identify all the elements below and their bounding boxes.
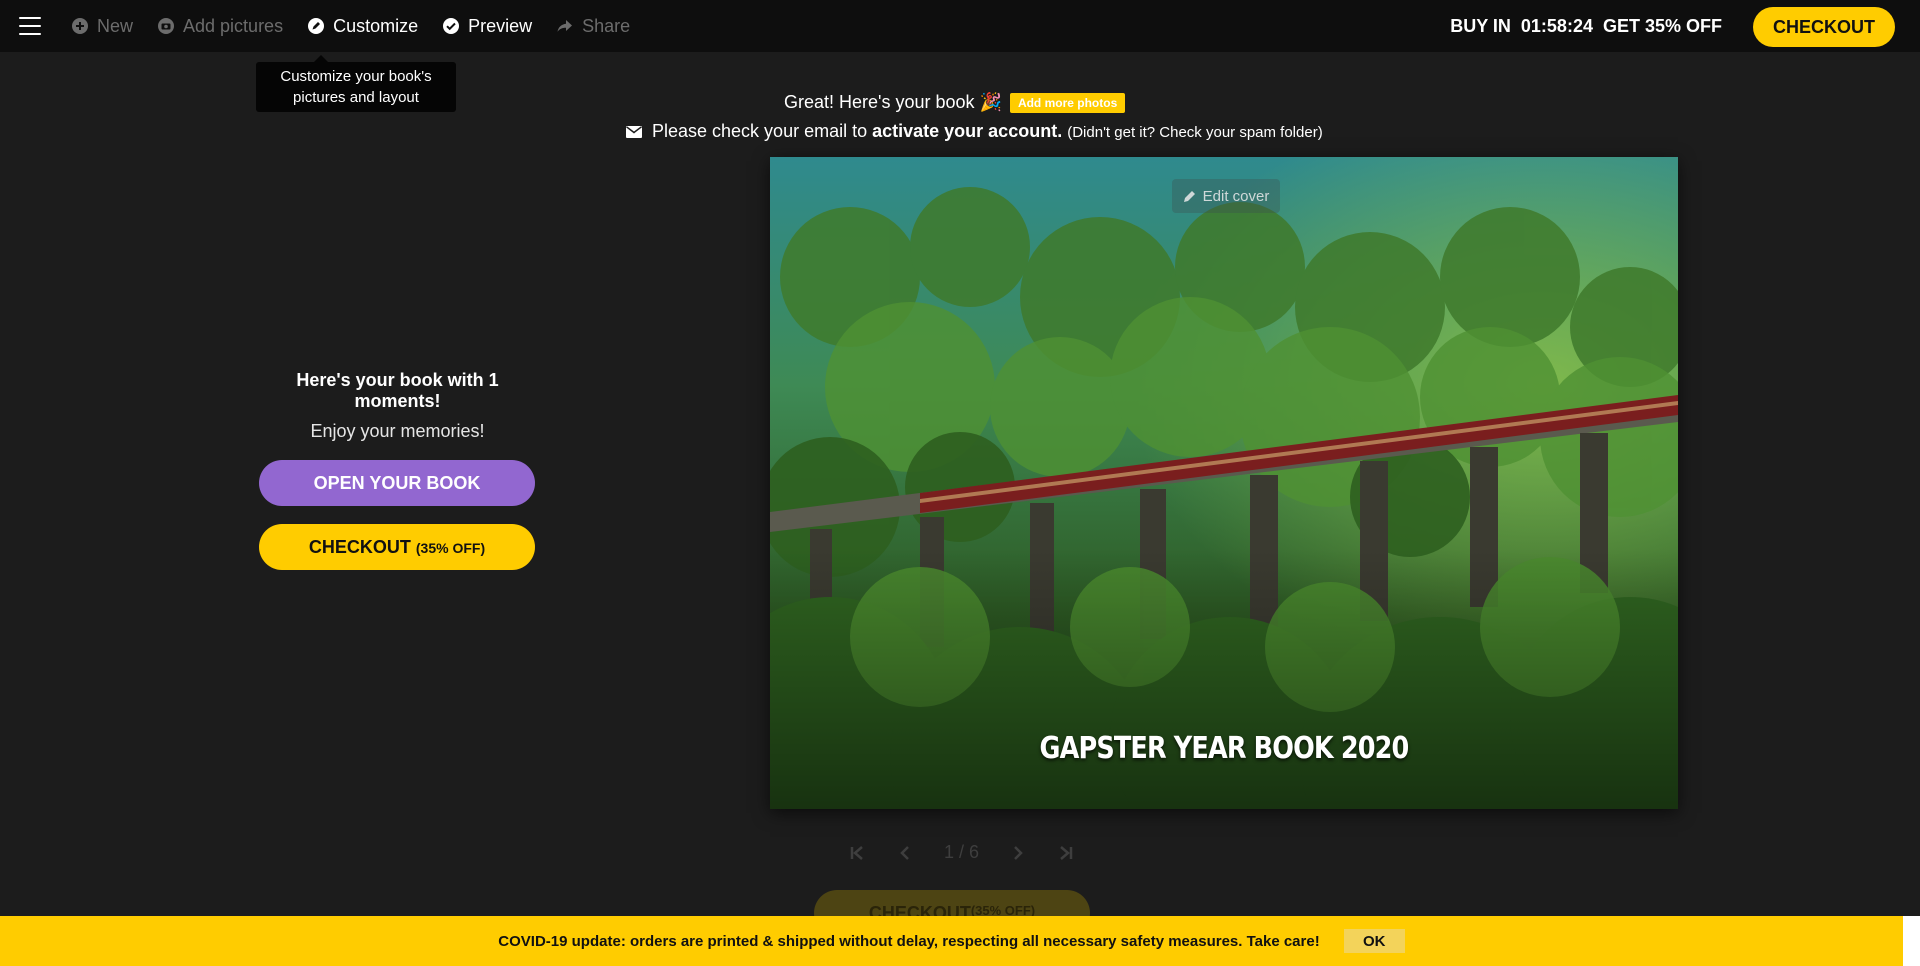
page-indicator: 1 / 6	[944, 842, 980, 862]
menu-icon[interactable]	[19, 17, 41, 35]
activate-account-message: Please check your email to activate your…	[626, 121, 1323, 142]
cover-title: GAPSTER YEAR BOOK 2020	[1039, 731, 1410, 766]
book-ready-message: Great! Here's your book 🎉 Add more photo…	[784, 92, 1126, 113]
previous-page-icon[interactable]	[896, 844, 914, 862]
promo-countdown: BUY IN 01:58:24 GET 35% OFF	[1450, 0, 1722, 52]
promo-discount: GET 35% OFF	[1602, 15, 1722, 36]
nav-share[interactable]: Share	[556, 16, 630, 37]
book-summary-subtitle: Enjoy your memories!	[310, 421, 485, 441]
edit-cover-button[interactable]: Edit cover	[1172, 179, 1280, 213]
open-book-button[interactable]: OPEN YOUR BOOK	[259, 460, 535, 506]
mail-icon	[626, 125, 642, 138]
email-hint: (Didn't get it? Check your spam folder)	[1067, 124, 1323, 141]
nav-preview-label: Preview	[468, 15, 533, 36]
tooltip-line1: Customize your book's	[280, 68, 432, 85]
book-summary-panel: Here's your book with 1 moments! Enjoy y…	[259, 370, 536, 570]
add-more-photos-button[interactable]: Add more photos	[1009, 92, 1126, 113]
next-page-icon[interactable]	[1009, 844, 1027, 862]
covid-banner: COVID-19 update: orders are printed & sh…	[0, 916, 1903, 966]
camera-icon	[157, 17, 175, 35]
customize-tooltip: Customize your book's pictures and layou…	[256, 55, 456, 112]
nav-new-label: New	[97, 15, 134, 36]
first-page-icon[interactable]	[848, 844, 866, 862]
nav-add-pictures-label: Add pictures	[183, 15, 284, 36]
edit-cover-label: Edit cover	[1202, 187, 1270, 205]
covid-banner-text: COVID-19 update: orders are printed & sh…	[498, 932, 1320, 950]
promo-timer: 01:58:24	[1520, 15, 1593, 36]
email-prefix: Please check your email to	[652, 121, 868, 141]
book-cover[interactable]: Edit cover GAPSTER YEAR BOOK 2020	[770, 157, 1678, 809]
checkout-discount: (35% OFF)	[415, 539, 486, 556]
pencil-icon	[1183, 191, 1195, 202]
share-arrow-icon	[556, 17, 574, 35]
checkout-label: CHECKOUT	[308, 536, 411, 557]
plus-circle-icon	[71, 17, 89, 35]
cover-photo	[770, 157, 1678, 809]
scrollbar-track[interactable]	[1903, 916, 1920, 966]
nav-customize-label: Customize	[333, 15, 419, 36]
book-summary-title: Here's your book with 1 moments!	[296, 370, 499, 411]
top-checkout-button[interactable]: CHECKOUT	[1753, 7, 1895, 47]
check-circle-icon	[442, 17, 460, 35]
great-text: Great! Here's your book 🎉	[784, 92, 1002, 112]
edit-circle-icon	[307, 17, 325, 35]
last-page-icon[interactable]	[1057, 844, 1075, 862]
page-navigator: 1 / 6	[848, 842, 1075, 863]
promo-buy-in: BUY IN	[1450, 15, 1511, 36]
tooltip-line2: pictures and layout	[293, 89, 419, 106]
nav-new[interactable]: New	[71, 16, 133, 37]
nav-share-label: Share	[582, 15, 631, 36]
covid-ok-button[interactable]: OK	[1343, 929, 1405, 953]
checkout-button[interactable]: CHECKOUT (35% OFF)	[259, 524, 535, 570]
top-nav-bar: New Add pictures Customize Preview Share…	[0, 0, 1920, 52]
nav-customize[interactable]: Customize	[307, 16, 418, 37]
nav-add-pictures[interactable]: Add pictures	[157, 16, 283, 37]
email-strong: activate your account.	[872, 121, 1063, 141]
nav-preview[interactable]: Preview	[442, 16, 532, 37]
